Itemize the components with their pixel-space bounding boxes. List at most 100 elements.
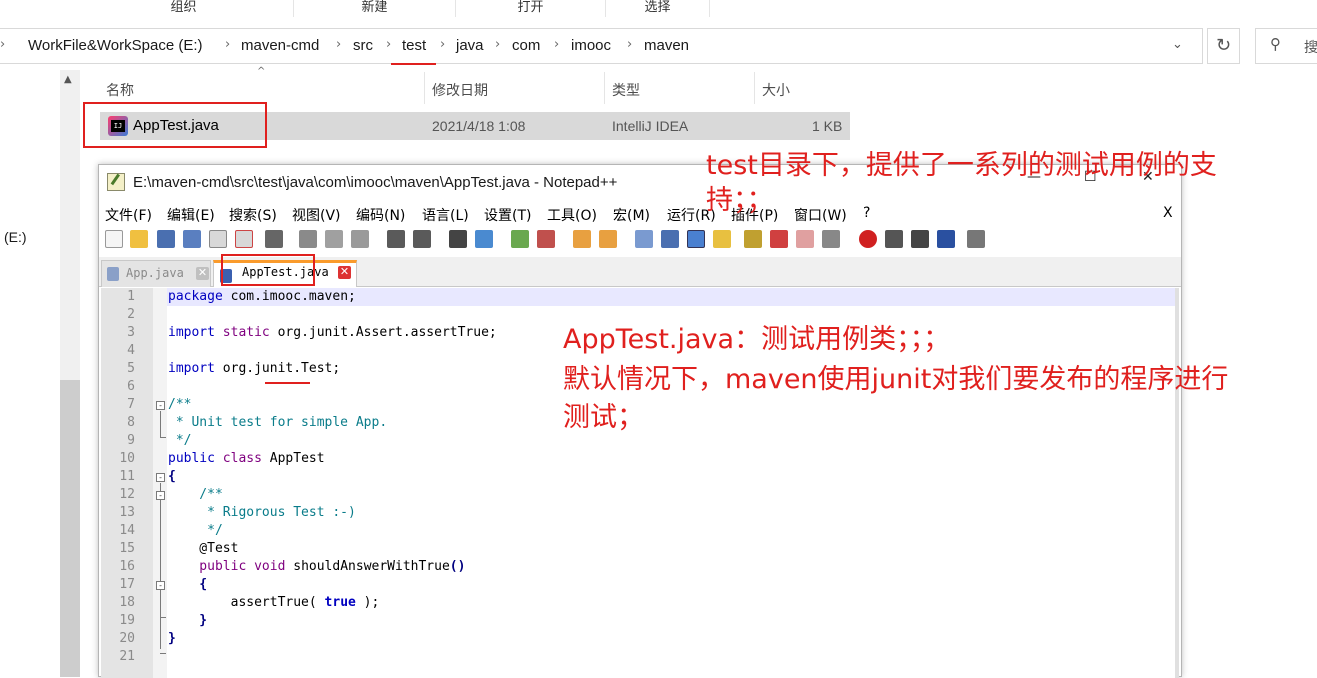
folder-as-workspace-icon[interactable] bbox=[796, 230, 814, 248]
new-file-icon[interactable] bbox=[105, 230, 123, 248]
line-number: 11 bbox=[119, 469, 135, 484]
save-all-icon[interactable] bbox=[183, 230, 201, 248]
line-number: 13 bbox=[119, 505, 135, 520]
line-number: 7 bbox=[127, 397, 135, 412]
undo-icon[interactable] bbox=[387, 230, 405, 248]
line-number: 4 bbox=[127, 343, 135, 358]
menu-edit[interactable]: 编辑(E) bbox=[167, 205, 215, 225]
nav-drive-label[interactable]: (E:) bbox=[4, 229, 27, 245]
print-icon[interactable] bbox=[265, 230, 283, 248]
cut-icon[interactable] bbox=[299, 230, 317, 248]
close-all-icon[interactable] bbox=[235, 230, 253, 248]
sort-ascending-icon: ^ bbox=[257, 66, 266, 77]
menu-tools[interactable]: 工具(O) bbox=[547, 205, 597, 225]
fold-end bbox=[160, 617, 166, 618]
menu-view[interactable]: 视图(V) bbox=[292, 205, 341, 225]
fold-collapse-icon[interactable]: - bbox=[156, 473, 165, 482]
code-keyword: import bbox=[168, 361, 215, 376]
tab-app-java[interactable]: App.java ✕ bbox=[101, 260, 211, 287]
refresh-icon[interactable]: ↻ bbox=[1207, 28, 1240, 64]
ribbon-group-new[interactable]: 新建 bbox=[294, 0, 456, 17]
code-operator: () bbox=[449, 559, 466, 574]
nav-scrollbar-thumb[interactable] bbox=[60, 380, 80, 677]
code-line-20: } bbox=[168, 631, 176, 646]
document-map-icon[interactable] bbox=[744, 230, 762, 248]
show-all-characters-icon[interactable] bbox=[661, 230, 679, 248]
column-divider[interactable] bbox=[604, 72, 605, 104]
breadcrumb-imooc[interactable]: imooc bbox=[571, 37, 611, 54]
window-title: E:\maven-cmd\src\test\java\com\imooc\mav… bbox=[133, 174, 618, 191]
breadcrumb-maven-cmd[interactable]: maven-cmd bbox=[241, 37, 319, 54]
record-macro-icon[interactable] bbox=[859, 230, 877, 248]
play-multiple-icon[interactable] bbox=[937, 230, 955, 248]
breadcrumb-chevron-icon[interactable]: › bbox=[627, 37, 632, 52]
code-line-12: /** bbox=[168, 487, 223, 502]
breadcrumb-src[interactable]: src bbox=[353, 37, 373, 54]
breadcrumb-chevron-icon[interactable]: › bbox=[554, 37, 559, 52]
breadcrumb-test[interactable]: test bbox=[402, 37, 426, 54]
redo-icon[interactable] bbox=[413, 230, 431, 248]
close-file-icon[interactable] bbox=[209, 230, 227, 248]
breadcrumb-chevron-icon[interactable]: › bbox=[440, 37, 445, 52]
language-icon[interactable] bbox=[713, 230, 731, 248]
fold-collapse-icon[interactable]: - bbox=[156, 491, 165, 500]
menu-file[interactable]: 文件(F) bbox=[105, 205, 152, 225]
menu-macro[interactable]: 宏(M) bbox=[613, 205, 650, 225]
word-wrap-icon[interactable] bbox=[635, 230, 653, 248]
zoom-out-icon[interactable] bbox=[537, 230, 555, 248]
stop-recording-icon[interactable] bbox=[885, 230, 903, 248]
breadcrumb-chevron-icon[interactable]: › bbox=[495, 37, 500, 52]
menu-search[interactable]: 搜索(S) bbox=[229, 205, 277, 225]
breadcrumb-java[interactable]: java bbox=[456, 37, 484, 54]
fold-collapse-icon[interactable]: - bbox=[156, 581, 165, 590]
replace-icon[interactable] bbox=[475, 230, 493, 248]
menu-window[interactable]: 窗口(W) bbox=[794, 205, 847, 225]
play-macro-icon[interactable] bbox=[911, 230, 929, 248]
column-header-type[interactable]: 类型 bbox=[612, 80, 640, 100]
ribbon-group-open[interactable]: 打开 bbox=[456, 0, 606, 17]
chevron-down-icon[interactable]: ⌄ bbox=[1172, 37, 1183, 52]
ribbon-group-organize[interactable]: 组织 bbox=[74, 0, 294, 17]
close-tab-icon[interactable]: ✕ bbox=[196, 267, 209, 280]
save-icon[interactable] bbox=[157, 230, 175, 248]
breadcrumb-maven[interactable]: maven bbox=[644, 37, 689, 54]
ribbon-group-select[interactable]: 选择 bbox=[606, 0, 710, 17]
save-macro-icon[interactable] bbox=[967, 230, 985, 248]
function-list-icon[interactable] bbox=[770, 230, 788, 248]
breadcrumb-chevron-icon[interactable]: › bbox=[336, 37, 341, 52]
fold-collapse-icon[interactable]: - bbox=[156, 401, 165, 410]
menu-language[interactable]: 语言(L) bbox=[422, 205, 469, 225]
breadcrumb-chevron-icon[interactable]: › bbox=[386, 37, 391, 52]
column-header-name[interactable]: 名称 bbox=[106, 80, 134, 100]
close-document-icon[interactable]: X bbox=[1163, 205, 1173, 221]
menu-help[interactable]: ? bbox=[863, 205, 870, 221]
indent-guide-icon[interactable] bbox=[687, 230, 705, 248]
column-divider[interactable] bbox=[424, 72, 425, 104]
menu-settings[interactable]: 设置(T) bbox=[484, 205, 531, 225]
breadcrumb-chevron-icon[interactable]: › bbox=[225, 37, 230, 52]
sync-horizontal-icon[interactable] bbox=[599, 230, 617, 248]
code-text: AppTest bbox=[261, 451, 325, 466]
find-icon[interactable] bbox=[449, 230, 467, 248]
sync-vertical-icon[interactable] bbox=[573, 230, 591, 248]
copy-icon[interactable] bbox=[325, 230, 343, 248]
breadcrumb-drive[interactable]: WorkFile&WorkSpace (E:) bbox=[28, 37, 203, 54]
address-bar[interactable]: › WorkFile&WorkSpace (E:) › maven-cmd › … bbox=[0, 28, 1203, 64]
code-keyword: public bbox=[168, 451, 215, 466]
column-header-size[interactable]: 大小 bbox=[762, 80, 790, 100]
column-divider[interactable] bbox=[754, 72, 755, 104]
code-line-1: package com.imooc.maven; bbox=[168, 289, 356, 304]
code-keyword: class bbox=[214, 451, 262, 466]
column-header-date[interactable]: 修改日期 bbox=[432, 80, 488, 100]
menu-encoding[interactable]: 编码(N) bbox=[356, 205, 405, 225]
breadcrumb-com[interactable]: com bbox=[512, 37, 540, 54]
monitoring-icon[interactable] bbox=[822, 230, 840, 248]
scroll-up-arrow-icon[interactable]: ▲ bbox=[64, 74, 72, 85]
open-file-icon[interactable] bbox=[130, 230, 148, 248]
breadcrumb-chevron-icon[interactable]: › bbox=[0, 37, 5, 52]
close-tab-icon[interactable]: ✕ bbox=[338, 266, 351, 279]
editor-scrollbar[interactable] bbox=[1175, 288, 1179, 678]
paste-icon[interactable] bbox=[351, 230, 369, 248]
search-icon: ⚲ bbox=[1270, 35, 1281, 53]
zoom-in-icon[interactable] bbox=[511, 230, 529, 248]
